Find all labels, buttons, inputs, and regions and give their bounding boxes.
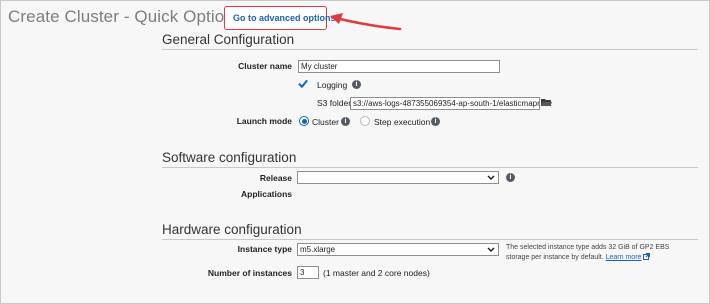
section-title-general: General Configuration <box>162 32 295 47</box>
learn-more-link[interactable]: Learn more <box>606 254 642 261</box>
s3-folder-input[interactable]: s3://aws-logs-487355069354-ap-south-1/el… <box>350 97 540 110</box>
cluster-name-input[interactable]: My cluster <box>298 60 500 73</box>
logging-label: Logging <box>317 80 348 90</box>
folder-icon[interactable] <box>541 98 552 107</box>
instance-help-line-2: storage per instance by default. Learn m… <box>506 253 669 263</box>
instance-help-line-1: The selected instance type adds 32 GiB o… <box>506 244 670 251</box>
s3-folder-label: S3 folder <box>317 98 352 108</box>
number-of-instances-input[interactable]: 3 <box>297 266 319 279</box>
external-link-icon[interactable] <box>643 253 651 260</box>
advanced-options-link[interactable]: Go to advanced options <box>233 13 336 23</box>
section-title-software: Software configuration <box>162 150 297 165</box>
cluster-name-label: Cluster name <box>238 61 292 71</box>
section-title-hardware: Hardware configuration <box>162 222 302 237</box>
info-icon[interactable]: i <box>352 80 361 89</box>
info-icon[interactable]: i <box>506 173 515 182</box>
instances-note: (1 master and 2 core nodes) <box>323 268 430 278</box>
launch-mode-cluster-radio[interactable] <box>299 116 309 126</box>
number-of-instances-label: Number of instances <box>207 268 292 278</box>
launch-mode-label: Launch mode <box>236 116 292 126</box>
section-divider <box>162 49 698 50</box>
applications-label: Applications <box>240 189 292 199</box>
logging-checkbox[interactable] <box>298 79 308 89</box>
instance-type-value: m5.xlarge <box>300 245 336 254</box>
release-select[interactable] <box>297 171 499 184</box>
arrow-icon <box>330 13 402 31</box>
release-label: Release <box>259 173 292 183</box>
info-icon[interactable]: i <box>431 117 440 126</box>
chevron-down-icon <box>487 247 495 253</box>
instance-type-label: Instance type <box>237 244 292 254</box>
section-divider <box>162 167 698 168</box>
info-icon[interactable]: i <box>341 117 350 126</box>
instance-type-select[interactable]: m5.xlarge <box>297 243 499 256</box>
launch-mode-cluster-label: Cluster <box>312 117 339 127</box>
instance-type-help: The selected instance type adds 32 GiB o… <box>506 243 669 263</box>
section-divider <box>162 239 698 240</box>
instance-help-text: storage per instance by default. <box>506 254 604 261</box>
page-title: Create Cluster - Quick Options <box>8 7 243 26</box>
launch-mode-step-label: Step execution <box>374 117 431 127</box>
launch-mode-step-radio[interactable] <box>360 116 370 126</box>
chevron-down-icon <box>487 175 495 181</box>
